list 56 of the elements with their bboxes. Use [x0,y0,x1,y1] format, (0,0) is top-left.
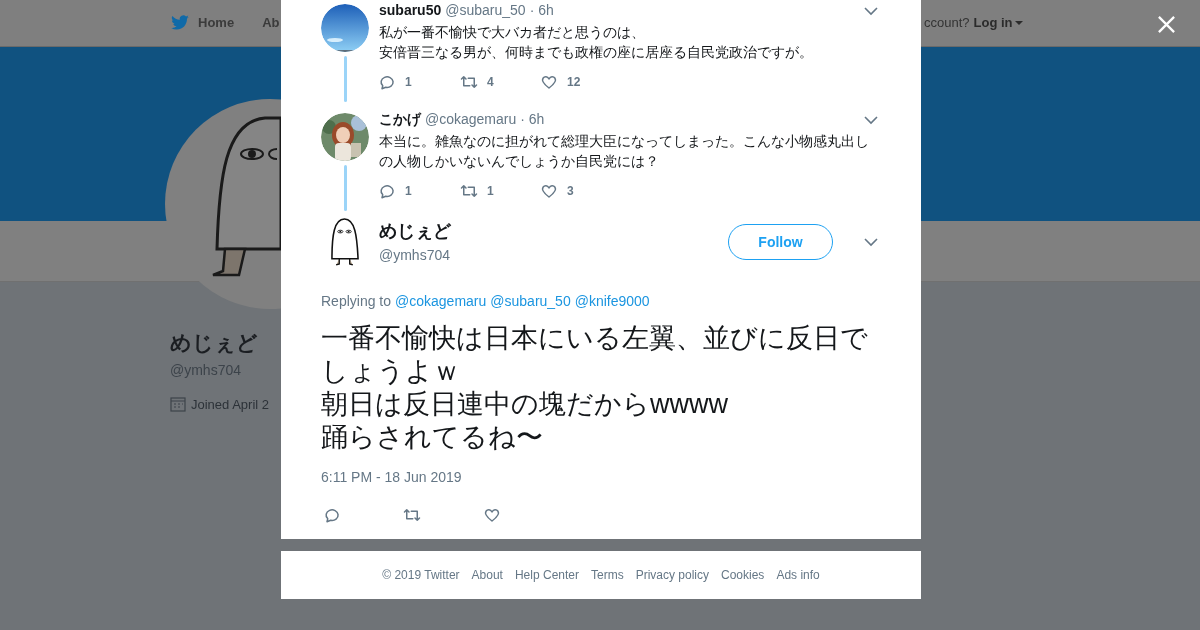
reply-icon[interactable] [324,506,342,524]
chevron-down-icon[interactable] [863,236,879,248]
account-prompt: ccount? [924,14,970,33]
footer-link[interactable]: © 2019 Twitter [382,566,460,584]
footer-link[interactable]: Privacy policy [635,566,709,584]
heart-icon[interactable] [539,73,559,91]
action-count: 1 [405,183,412,200]
tweet-timestamp: 6:11 PM - 18 Jun 2019 [321,468,463,487]
tweet-time: · 6h [520,110,545,129]
calendar-icon [170,396,186,413]
author-handle: @subaru_50 [445,1,526,20]
retweet-icon[interactable] [459,182,479,200]
author-name: subaru50 [379,1,442,20]
nav-link[interactable]: Ab [262,13,280,33]
login-link[interactable]: Log in [973,13,1023,33]
mention-link[interactable]: @subaru_50 [490,291,571,312]
chevron-down-icon[interactable] [863,4,879,17]
tweet-text: 本当に。雑魚なのに担がれて総理大臣になってしまった。こんな小物感丸出しの人物しかいないんでしょうか自民党には？ [379,132,870,171]
tweet-text: 安倍晋三なる男が、何時までも政権の座に居座る自民党政治ですが。 [379,43,814,62]
action-count: 1 [405,74,412,91]
footer-link[interactable]: About [471,566,503,584]
footer-link[interactable]: Help Center [514,566,579,584]
action-count: 3 [567,183,574,200]
footer-link[interactable]: Ads info [776,566,820,584]
thread-line [343,165,347,211]
action-count: 12 [567,74,581,91]
profile-name: めじぇど [170,330,258,356]
joined-date: Joined April 2 [191,395,270,414]
tweet-text: 朝日は反日連中の塊だからwwww [321,388,729,421]
nav-link[interactable]: Home [170,13,235,33]
heart-icon[interactable] [539,182,559,200]
chevron-down-icon[interactable] [863,113,879,126]
author-name: こかげ [379,110,421,129]
footer-link[interactable]: Terms [591,566,624,584]
tweet-text: 踊らされてるね〜 [321,421,544,454]
mention-link[interactable]: @knife9000 [574,291,650,312]
author-name: めじぇど [379,220,451,243]
retweet-icon[interactable] [459,73,479,91]
footer-link[interactable]: Cookies [721,566,765,584]
bird-icon [170,15,190,31]
tweet-text: 一番不愉快は日本にいる左翼、並びに反日でしょうよｗ [321,322,869,388]
thread-line [343,56,347,102]
replying-label: Replying to [321,292,392,311]
tweet-text: 私が一番不愉快で大バカ者だと思うのは、 [379,23,646,42]
tweet-time: · 6h [529,1,554,20]
author-handle: @ymhs704 [379,246,451,265]
action-count: 1 [487,183,494,200]
caret-icon [1014,21,1023,25]
heart-icon[interactable] [482,506,502,524]
mention-link[interactable]: @cokagemaru [395,291,487,312]
close-icon[interactable] [1157,15,1176,34]
reply-icon[interactable] [379,182,397,200]
action-count: 4 [487,74,494,91]
author-handle: @cokagemaru [425,110,517,129]
retweet-icon[interactable] [402,506,422,524]
reply-icon[interactable] [379,73,397,91]
